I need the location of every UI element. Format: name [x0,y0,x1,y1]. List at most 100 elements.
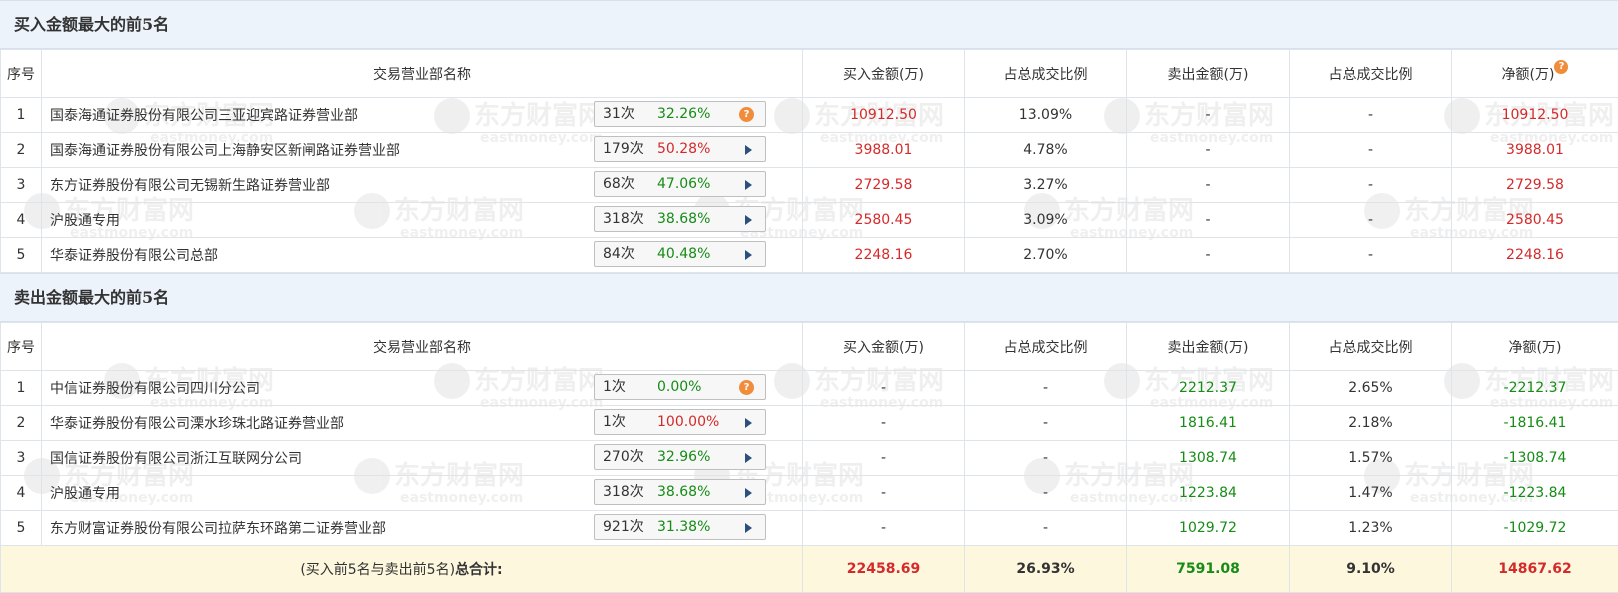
buy-pct: - [965,371,1127,406]
branch-name[interactable]: 沪股通专用 [50,486,120,502]
win-rate: 32.96% [657,445,710,469]
table-row: 4沪股通专用318次38.68%2580.453.09%--2580.45 [1,203,1618,238]
buy-pct: 13.09% [965,98,1127,133]
header-sell-amount: 卖出金额(万) [1127,50,1290,98]
branch-name[interactable]: 国信证券股份有限公司浙江互联网分公司 [50,451,302,467]
table-row: 4沪股通专用318次38.68%--1223.841.47%-1223.84 [1,476,1618,511]
buy-amount: 10912.50 [803,98,965,133]
buy-amount: 3988.01 [803,133,965,168]
question-icon[interactable]: ? [739,107,754,122]
branch-name[interactable]: 国泰海通证券股份有限公司上海静安区新闸路证券营业部 [50,143,400,159]
buy-amount: - [803,511,965,546]
trade-stats-button[interactable]: 318次38.68% [594,479,766,505]
branch-cell: 东方证券股份有限公司无锡新生路证券营业部 68次47.06% [42,168,803,203]
sell-pct: 1.47% [1290,476,1452,511]
net-amount: 3988.01 [1452,133,1618,168]
net-amount: 10912.50 [1452,98,1618,133]
row-seq: 2 [1,133,42,168]
branch-name[interactable]: 国泰海通证券股份有限公司三亚迎宾路证券营业部 [50,108,358,124]
trade-stats-button[interactable]: 921次31.38% [594,514,766,540]
play-arrow-icon[interactable] [745,145,752,155]
help-icon[interactable]: ? [1554,60,1568,74]
branch-name[interactable]: 东方财富证券股份有限公司拉萨东环路第二证券营业部 [50,521,386,537]
play-arrow-icon[interactable] [745,180,752,190]
play-arrow-icon[interactable] [745,523,752,533]
header-buy-pct: 占总成交比例 [965,50,1127,98]
sell-pct: 2.65% [1290,371,1452,406]
buy-amount: - [803,476,965,511]
win-rate: 38.68% [657,207,710,231]
trade-count: 31次 [603,102,635,126]
net-amount: -1816.41 [1452,406,1618,441]
table-row: 1中信证券股份有限公司四川分公司1次0.00%?--2212.372.65%-2… [1,371,1618,406]
play-arrow-icon[interactable] [745,488,752,498]
trade-count: 1次 [603,410,626,434]
net-amount: -1029.72 [1452,511,1618,546]
trade-stats-button[interactable]: 68次47.06% [594,171,766,197]
buy-amount: 2729.58 [803,168,965,203]
row-seq: 2 [1,406,42,441]
play-arrow-icon[interactable] [745,453,752,463]
buy-table-header: 序号 交易营业部名称 买入金额(万) 占总成交比例 卖出金额(万) 占总成交比例… [1,50,1618,98]
sell-table: 序号 交易营业部名称 买入金额(万) 占总成交比例 卖出金额(万) 占总成交比例… [0,322,1618,593]
branch-name[interactable]: 沪股通专用 [50,213,120,229]
trade-count: 84次 [603,242,635,266]
sell-pct: - [1290,203,1452,238]
net-amount: 2580.45 [1452,203,1618,238]
branch-name[interactable]: 东方证券股份有限公司无锡新生路证券营业部 [50,178,330,194]
trade-stats-button[interactable]: 179次 50.28% [594,136,766,162]
trade-count: 318次 [603,207,644,231]
play-arrow-icon[interactable] [745,250,752,260]
branch-cell: 国泰海通证券股份有限公司上海静安区新闸路证券营业部 179次 50.28% [42,133,803,168]
play-arrow-icon[interactable] [745,418,752,428]
row-seq: 3 [1,441,42,476]
header-sell-amount: 卖出金额(万) [1127,323,1290,371]
table-row: 5 东方财富证券股份有限公司拉萨东环路第二证券营业部 921次31.38% - -102… [1,511,1618,546]
trade-count: 68次 [603,172,635,196]
row-seq: 5 [1,511,42,546]
sell-amount: - [1127,203,1290,238]
header-buy-amount: 买入金额(万) [803,323,965,371]
sell-amount: 2212.37 [1127,371,1290,406]
trade-count: 179次 [603,137,644,161]
header-seq: 序号 [1,323,42,371]
net-amount: 2729.58 [1452,168,1618,203]
play-arrow-icon[interactable] [745,215,752,225]
sell-pct: 2.18% [1290,406,1452,441]
total-sell: 7591.08 [1127,546,1290,593]
header-sell-pct: 占总成交比例 [1290,323,1452,371]
trade-stats-button[interactable]: 318次 38.68% [594,206,766,232]
sell-amount: 1029.72 [1127,511,1290,546]
trade-stats-button[interactable]: 84次40.48% [594,241,766,267]
sell-amount: - [1127,133,1290,168]
branch-name[interactable]: 华泰证券股份有限公司总部 [50,248,218,264]
trade-stats-button[interactable]: 1次 100.00% [594,409,766,435]
net-amount: 2248.16 [1452,238,1618,273]
header-sell-pct: 占总成交比例 [1290,50,1452,98]
win-rate: 100.00% [657,410,719,434]
trade-stats-button[interactable]: 31次32.26%? [594,101,766,127]
sell-amount: 1816.41 [1127,406,1290,441]
branch-name[interactable]: 华泰证券股份有限公司溧水珍珠北路证券营业部 [50,416,344,432]
branch-cell: 中信证券股份有限公司四川分公司 1次0.00%? [42,371,803,406]
branch-cell: 沪股通专用 318次 38.68% [42,203,803,238]
header-seq: 序号 [1,50,42,98]
buy-amount: - [803,371,965,406]
win-rate: 50.28% [657,137,710,161]
buy-amount: - [803,406,965,441]
buy-amount: 2248.16 [803,238,965,273]
sell-pct: - [1290,98,1452,133]
header-name: 交易营业部名称 [42,323,803,371]
sell-amount: 1308.74 [1127,441,1290,476]
total-sell-pct: 9.10% [1290,546,1452,593]
row-seq: 4 [1,476,42,511]
sell-pct: 1.23% [1290,511,1452,546]
sell-pct: - [1290,238,1452,273]
branch-cell: 东方财富证券股份有限公司拉萨东环路第二证券营业部 921次31.38% [42,511,803,546]
trade-stats-button[interactable]: 1次0.00%? [594,374,766,400]
trade-stats-button[interactable]: 270次32.96% [594,444,766,470]
row-seq: 5 [1,238,42,273]
buy-amount: - [803,441,965,476]
question-icon[interactable]: ? [739,380,754,395]
branch-name[interactable]: 中信证券股份有限公司四川分公司 [50,381,260,397]
